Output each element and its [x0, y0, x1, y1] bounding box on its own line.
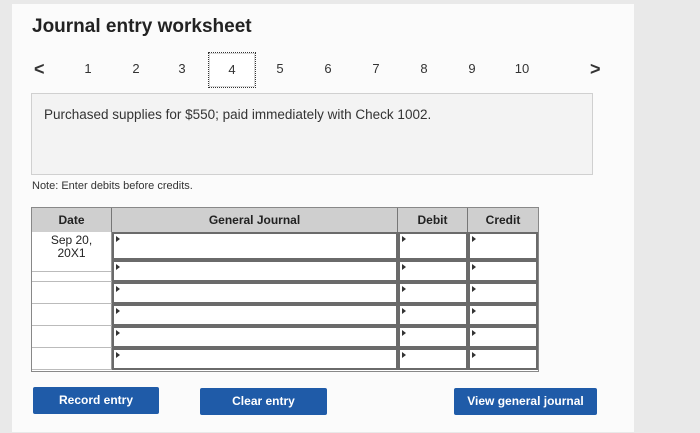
header-credit: Credit: [468, 208, 538, 232]
credit-input[interactable]: [468, 348, 538, 370]
journal-row: [32, 304, 538, 326]
caret-icon: [472, 264, 476, 270]
page-1[interactable]: 1: [78, 60, 98, 78]
caret-icon: [472, 352, 476, 358]
caret-icon: [402, 352, 406, 358]
account-input[interactable]: [112, 260, 398, 282]
debit-input[interactable]: [398, 282, 468, 304]
question-text: Purchased supplies for $550; paid immedi…: [44, 107, 432, 122]
caret-icon: [402, 330, 406, 336]
credit-input[interactable]: [468, 304, 538, 326]
caret-icon: [472, 286, 476, 292]
page-3[interactable]: 3: [172, 60, 192, 78]
chevron-left-icon[interactable]: <: [34, 58, 45, 80]
credit-input[interactable]: [468, 260, 538, 282]
clear-entry-button[interactable]: Clear entry: [200, 388, 327, 415]
page-4-current[interactable]: 4: [208, 52, 256, 88]
journal-row: [32, 260, 538, 282]
account-input[interactable]: [112, 304, 398, 326]
account-input[interactable]: [112, 348, 398, 370]
header-debit: Debit: [398, 208, 468, 232]
caret-icon: [402, 264, 406, 270]
caret-icon: [402, 236, 406, 242]
caret-icon: [402, 286, 406, 292]
journal-row: [32, 232, 538, 260]
caret-icon: [472, 308, 476, 314]
credit-input[interactable]: [468, 232, 538, 260]
caret-icon: [402, 308, 406, 314]
credit-input[interactable]: [468, 282, 538, 304]
debit-input[interactable]: [398, 326, 468, 348]
caret-icon: [472, 236, 476, 242]
date-cell: [32, 282, 112, 304]
date-cell: [32, 348, 112, 370]
question-box: Purchased supplies for $550; paid immedi…: [31, 93, 593, 175]
date-cell: [32, 304, 112, 326]
journal-row: [32, 326, 538, 348]
debit-input[interactable]: [398, 304, 468, 326]
page-10[interactable]: 10: [512, 60, 532, 78]
journal-table: Date General Journal Debit Credit Sep 20…: [31, 207, 539, 372]
view-general-journal-button[interactable]: View general journal: [454, 388, 597, 415]
caret-icon: [116, 286, 120, 292]
caret-icon: [116, 264, 120, 270]
account-input[interactable]: [112, 232, 398, 260]
page-2[interactable]: 2: [126, 60, 146, 78]
debit-input[interactable]: [398, 348, 468, 370]
record-entry-button[interactable]: Record entry: [33, 387, 159, 414]
page-8[interactable]: 8: [414, 60, 434, 78]
journal-row: [32, 348, 538, 370]
caret-icon: [116, 236, 120, 242]
caret-icon: [472, 330, 476, 336]
page-7[interactable]: 7: [366, 60, 386, 78]
chevron-right-icon[interactable]: >: [590, 58, 601, 80]
caret-icon: [116, 352, 120, 358]
pager: < 1 2 3 4 5 6 7 8 9 10 >: [0, 0, 700, 100]
account-input[interactable]: [112, 282, 398, 304]
date-cell: [32, 326, 112, 348]
note-text: Note: Enter debits before credits.: [32, 180, 193, 192]
page-9[interactable]: 9: [462, 60, 482, 78]
caret-icon: [116, 308, 120, 314]
page-6[interactable]: 6: [318, 60, 338, 78]
journal-row: [32, 282, 538, 304]
page-5[interactable]: 5: [270, 60, 290, 78]
header-date: Date: [32, 208, 112, 232]
header-general-journal: General Journal: [112, 208, 398, 232]
account-input[interactable]: [112, 326, 398, 348]
credit-input[interactable]: [468, 326, 538, 348]
date-cell: [32, 260, 112, 282]
caret-icon: [116, 330, 120, 336]
debit-input[interactable]: [398, 232, 468, 260]
debit-input[interactable]: [398, 260, 468, 282]
